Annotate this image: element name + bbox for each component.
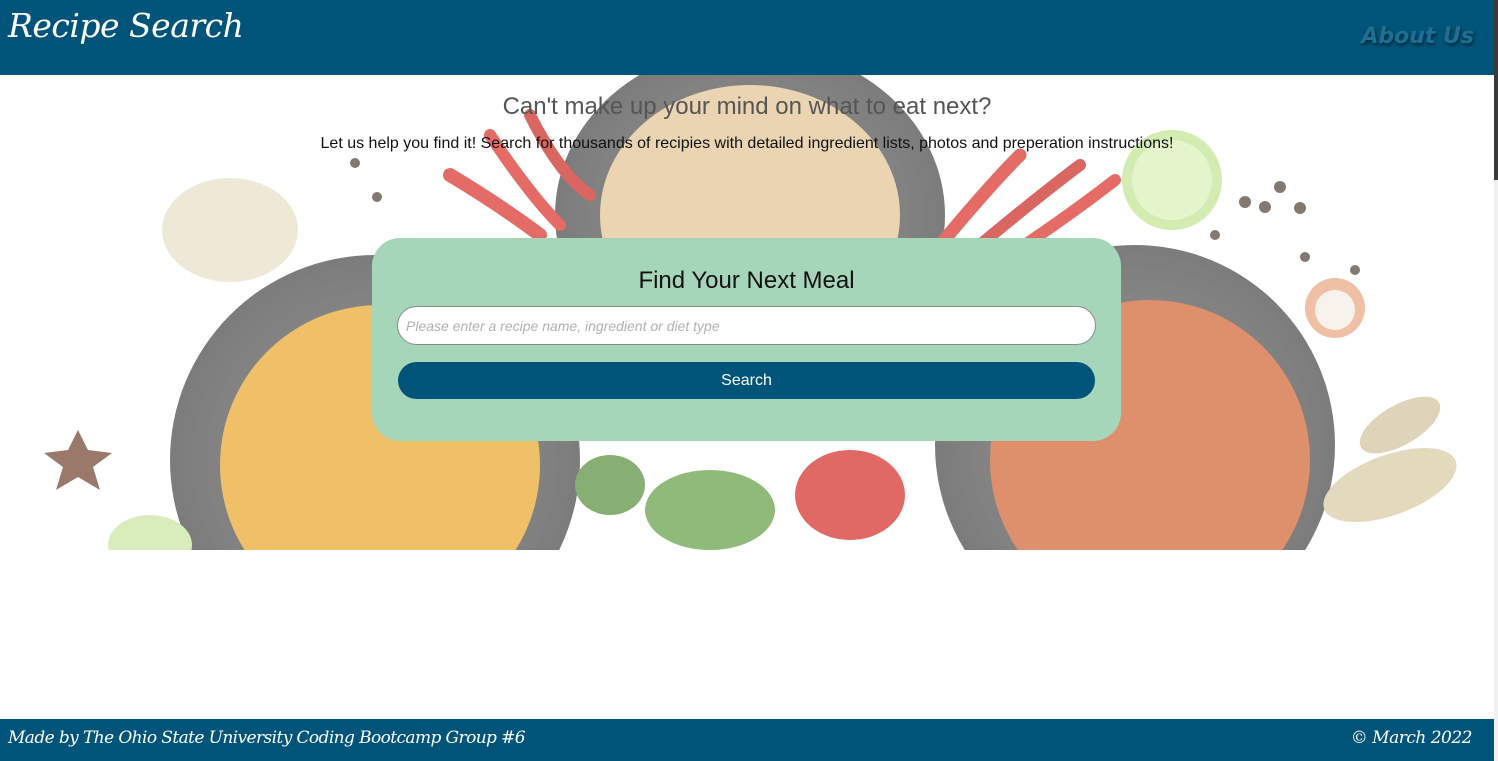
hero-tagline: Can't make up your mind on what to eat n… (502, 93, 992, 120)
footer-credit: Made by The Ohio State University Coding… (8, 728, 526, 748)
footer-copyright: © March 2022 (1350, 728, 1473, 748)
search-card-title: Find Your Next Meal (638, 267, 855, 294)
site-footer: Made by The Ohio State University Coding… (0, 719, 1494, 761)
scrollbar-thumb[interactable] (1494, 0, 1498, 180)
hero-subtext: Let us help you find it! Search for thou… (320, 135, 1174, 152)
site-title[interactable]: Recipe Search (8, 6, 244, 45)
about-us-link[interactable]: About Us (1361, 24, 1474, 49)
site-header: Recipe Search About Us (0, 0, 1494, 75)
page-scrollbar[interactable] (1494, 0, 1498, 761)
search-input[interactable] (397, 306, 1096, 345)
search-button[interactable]: Search (398, 362, 1095, 399)
search-card: Find Your Next Meal Search (372, 238, 1121, 441)
